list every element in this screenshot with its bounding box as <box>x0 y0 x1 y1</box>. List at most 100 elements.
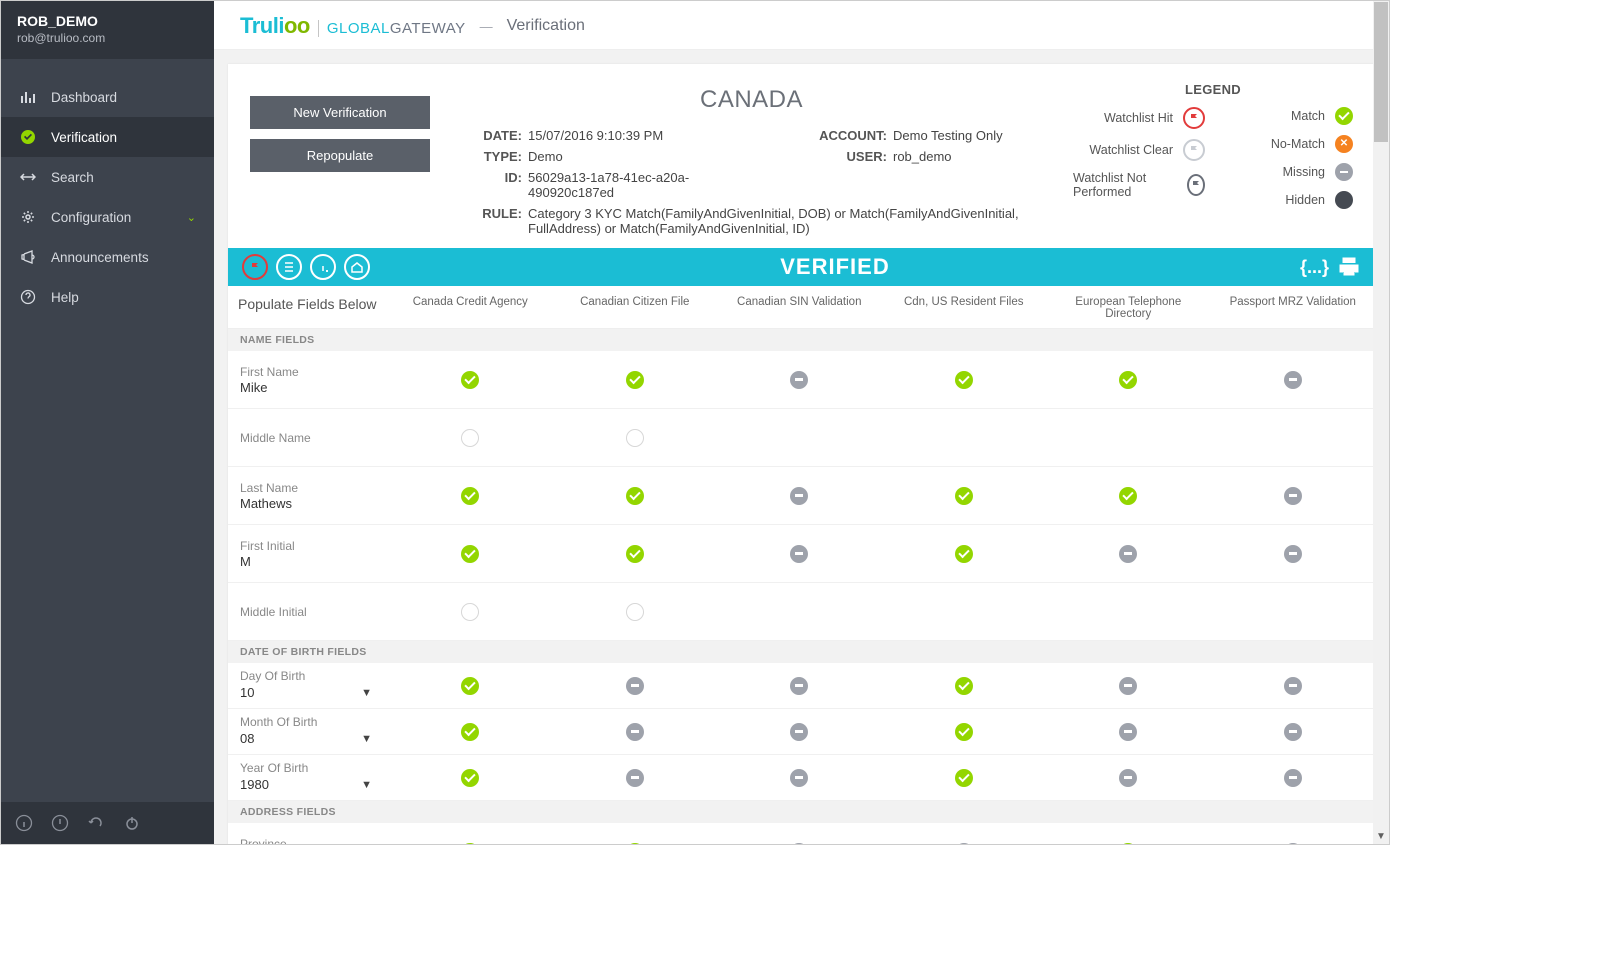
empty-icon <box>626 603 644 621</box>
field-row: First NameMike <box>228 351 1375 409</box>
source-header: Cdn, US Resident Files <box>882 286 1047 328</box>
repopulate-button[interactable]: Repopulate <box>250 139 430 172</box>
verification-status: VERIFIED <box>370 254 1300 280</box>
list-button[interactable] <box>276 254 302 280</box>
field-label: First Name <box>240 365 376 379</box>
section-dob-fields: DATE OF BIRTH FIELDS <box>228 641 1375 663</box>
missing-icon <box>790 487 808 505</box>
missing-icon <box>1284 723 1302 741</box>
source-header: Passport MRZ Validation <box>1211 286 1376 328</box>
source-header: Canada Credit Agency <box>388 286 553 328</box>
field-row: First InitialM <box>228 525 1375 583</box>
account-value: Demo Testing Only <box>893 128 1053 143</box>
legend-nomatch: No-Match <box>1271 137 1325 151</box>
missing-icon <box>1284 769 1302 787</box>
id-value: 56029a13-1a78-41ec-a20a-490920c187ed <box>528 170 718 200</box>
missing-icon <box>790 723 808 741</box>
legend-hidden: Hidden <box>1285 193 1325 207</box>
section-name-fields: NAME FIELDS <box>228 329 1375 351</box>
separator: — <box>480 19 493 34</box>
nav-label: Dashboard <box>51 90 117 105</box>
nav-dashboard[interactable]: Dashboard <box>1 77 214 117</box>
source-header: European Telephone Directory <box>1046 286 1211 328</box>
topbar: Trulioo GLOBALGATEWAY — Verification <box>214 1 1389 50</box>
json-button[interactable]: {...} <box>1300 257 1329 278</box>
match-icon <box>461 487 479 505</box>
print-button[interactable] <box>1337 255 1361 280</box>
legend-missing: Missing <box>1283 165 1325 179</box>
refresh-icon[interactable] <box>87 814 105 832</box>
match-icon <box>1119 487 1137 505</box>
match-icon <box>955 371 973 389</box>
empty-icon <box>461 603 479 621</box>
field-row: Middle Name <box>228 409 1375 467</box>
match-icon <box>461 545 479 563</box>
field-value: Mathews <box>240 496 376 511</box>
flag-clear-icon <box>1183 139 1205 161</box>
watchlist-flag-button[interactable] <box>242 254 268 280</box>
field-select[interactable]: 10▼ <box>240 683 376 702</box>
missing-icon <box>1119 545 1137 563</box>
match-icon <box>955 545 973 563</box>
legend-watchlist-np: Watchlist Not Performed <box>1073 171 1177 199</box>
legend: LEGEND Watchlist Hit Watchlist Clear Wat… <box>1073 82 1353 236</box>
missing-icon <box>790 677 808 695</box>
missing-icon <box>790 545 808 563</box>
home-button[interactable] <box>344 254 370 280</box>
nav-announcements[interactable]: Announcements <box>1 237 214 277</box>
nav-label: Announcements <box>51 250 149 265</box>
match-icon <box>461 371 479 389</box>
field-value: M <box>240 554 376 569</box>
missing-icon <box>790 371 808 389</box>
section-address-fields: ADDRESS FIELDS <box>228 801 1375 823</box>
missing-icon <box>1284 843 1302 845</box>
results-table: Populate Fields Below Canada Credit Agen… <box>228 286 1375 844</box>
user-email: rob@trulioo.com <box>17 31 198 45</box>
nav-verification[interactable]: Verification <box>1 117 214 157</box>
empty-icon <box>626 429 644 447</box>
info-plus-button[interactable] <box>310 254 336 280</box>
nav-help[interactable]: Help <box>1 277 214 317</box>
field-row: Year Of Birth1980▼ <box>228 755 1375 801</box>
info-icon[interactable] <box>15 814 33 832</box>
empty-icon <box>461 429 479 447</box>
field-select[interactable]: 1980▼ <box>240 775 376 794</box>
field-row: Last NameMathews <box>228 467 1375 525</box>
field-row: Middle Initial <box>228 583 1375 641</box>
match-icon <box>1119 371 1137 389</box>
field-row: ProvinceBC <box>228 823 1375 844</box>
field-label: Middle Initial <box>240 605 376 619</box>
missing-icon <box>1335 163 1353 181</box>
bar-chart-icon <box>19 89 37 105</box>
alert-icon[interactable] <box>51 814 69 832</box>
brand-logo: Trulioo GLOBALGATEWAY <box>240 13 466 39</box>
field-select[interactable]: 08▼ <box>240 729 376 748</box>
power-icon[interactable] <box>123 814 141 832</box>
missing-icon <box>1119 723 1137 741</box>
account-label: ACCOUNT: <box>797 128 887 143</box>
legend-watchlist-hit: Watchlist Hit <box>1104 111 1173 125</box>
match-icon <box>955 769 973 787</box>
nav-configuration[interactable]: Configuration ⌄ <box>1 197 214 237</box>
field-label: Day Of Birth <box>240 669 376 683</box>
new-verification-button[interactable]: New Verification <box>250 96 430 129</box>
field-value: Mike <box>240 380 376 395</box>
missing-icon <box>626 769 644 787</box>
match-icon <box>626 371 644 389</box>
field-label: Province <box>240 837 376 845</box>
missing-icon <box>626 723 644 741</box>
nav-search[interactable]: Search <box>1 157 214 197</box>
field-label: Last Name <box>240 481 376 495</box>
user-name: ROB_DEMO <box>17 13 198 29</box>
status-bar: VERIFIED {...} <box>228 248 1375 286</box>
rule-label: RULE: <box>450 206 522 236</box>
user-value: rob_demo <box>893 149 1053 164</box>
field-label: Month Of Birth <box>240 715 376 729</box>
date-label: DATE: <box>450 128 522 143</box>
match-icon <box>955 677 973 695</box>
country-title: CANADA <box>450 86 1053 114</box>
match-icon <box>626 487 644 505</box>
match-icon <box>626 545 644 563</box>
window-scrollbar[interactable]: ▲ ▼ <box>1373 1 1389 844</box>
legend-watchlist-clear: Watchlist Clear <box>1089 143 1173 157</box>
